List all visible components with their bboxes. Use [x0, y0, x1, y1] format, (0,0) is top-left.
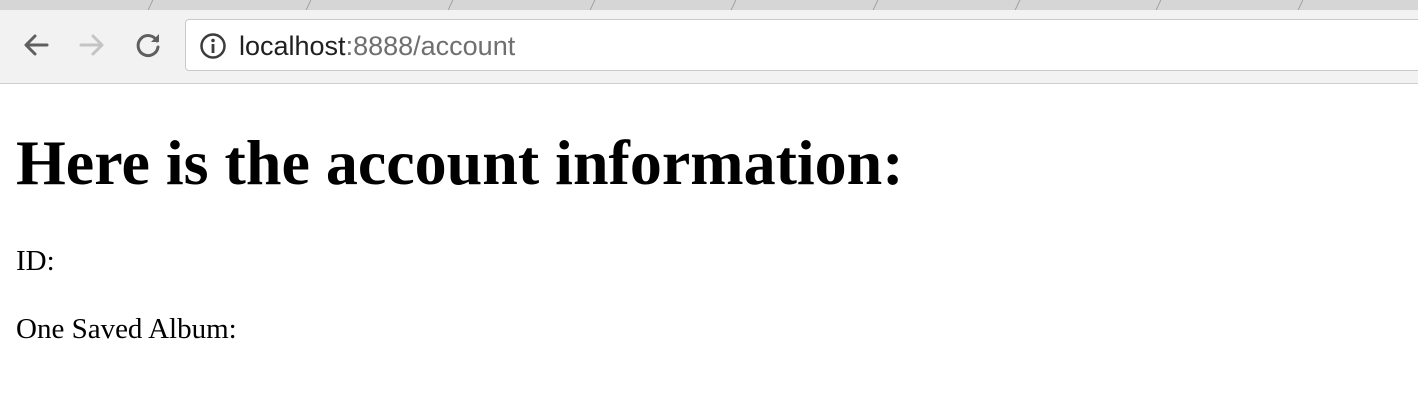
- tab-divider: [589, 0, 596, 10]
- url-path: :8888/account: [345, 31, 516, 61]
- tab-divider: [730, 0, 737, 10]
- forward-button[interactable]: [75, 28, 109, 62]
- tab-divider: [1155, 0, 1162, 10]
- tab-divider: [1297, 0, 1304, 10]
- tab-divider: [447, 0, 454, 10]
- tab-divider: [305, 0, 312, 10]
- id-label: ID:: [16, 245, 55, 277]
- reload-icon: [136, 34, 160, 57]
- address-bar[interactable]: localhost:8888/account: [185, 19, 1418, 71]
- saved-album-label: One Saved Album:: [16, 313, 237, 345]
- tab-divider: [147, 0, 154, 10]
- arrow-left-icon: [24, 34, 49, 56]
- url-host: localhost: [239, 31, 346, 61]
- reload-button[interactable]: [131, 28, 165, 62]
- url-text[interactable]: localhost:8888/account: [239, 30, 515, 62]
- info-circle-icon[interactable]: [199, 32, 227, 60]
- tab-divider: [872, 0, 879, 10]
- browser-toolbar: localhost:8888/account: [0, 10, 1418, 84]
- back-button[interactable]: [19, 28, 53, 62]
- arrow-right-icon: [79, 34, 104, 56]
- tab-divider: [1014, 0, 1021, 10]
- page-content: Here is the account information: ID: One…: [0, 84, 1418, 406]
- page-title: Here is the account information:: [16, 127, 904, 198]
- browser-window: localhost:8888/account Here is the accou…: [0, 0, 1418, 406]
